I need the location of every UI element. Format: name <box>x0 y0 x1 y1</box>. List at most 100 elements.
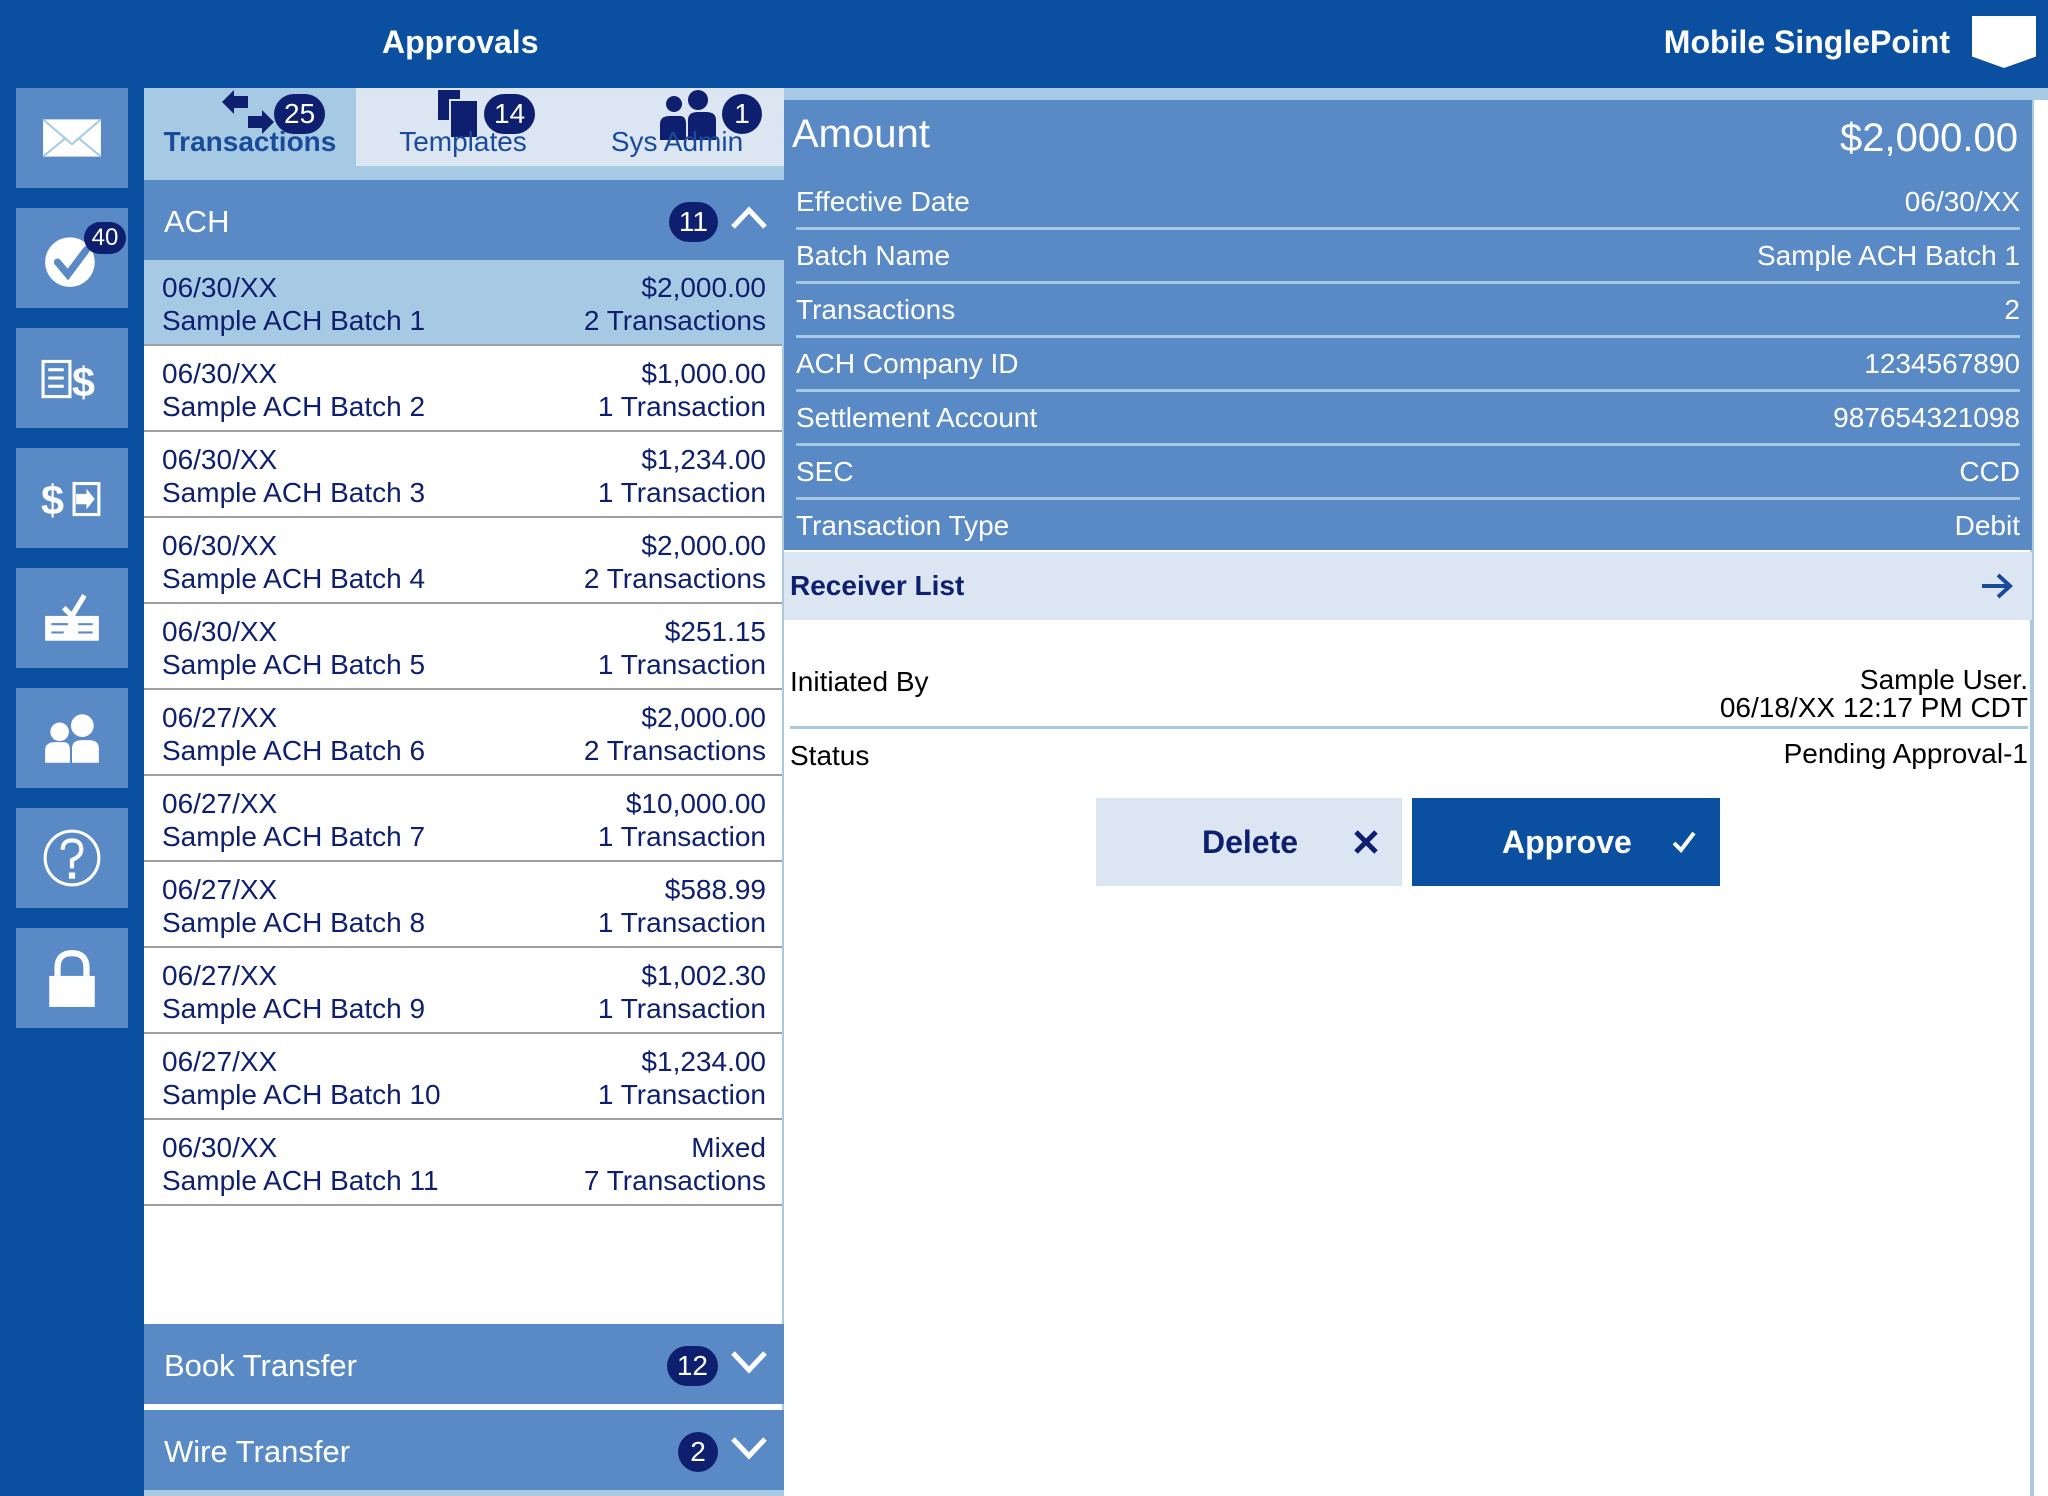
chevron-up-icon[interactable] <box>730 206 768 230</box>
nav-transfers[interactable]: $ <box>16 448 128 548</box>
app-header: Approvals Mobile SinglePoint <box>0 0 2048 88</box>
chevron-down-icon[interactable] <box>730 1436 768 1460</box>
tab-sys-admin-label: Sys Admin <box>610 126 744 157</box>
users-icon <box>45 714 99 763</box>
receiver-list-link[interactable]: Receiver List <box>784 552 2032 620</box>
nav-messages[interactable] <box>16 88 128 188</box>
section-book-transfer-header[interactable]: Book Transfer 12 <box>144 1324 784 1404</box>
tab-sys-admin[interactable]: 1 Sys Admin <box>570 88 784 166</box>
section-ach-header[interactable]: ACH 11 <box>144 180 784 260</box>
detail-field-row: Transactions 2 <box>796 284 2020 338</box>
batch-transaction-count: 1 Transaction <box>597 391 766 422</box>
detail-field-value: Debit <box>1954 510 2020 541</box>
nav-approvals[interactable]: 40 <box>16 208 128 308</box>
batch-row[interactable]: 06/30/XX Sample ACH Batch 2 $1,000.00 1 Tra… <box>144 346 782 432</box>
batch-transaction-count: 1 Transaction <box>597 993 766 1024</box>
approvals-list-panel: 25 Transactions 14 Templates 1 Sys Admin… <box>144 88 784 1496</box>
batch-date: 06/30/XX <box>162 272 278 303</box>
tab-transactions-label: Transactions <box>163 126 337 157</box>
batch-amount: $2,000.00 <box>641 702 766 733</box>
batch-row[interactable]: 06/30/XX Sample ACH Batch 1 $2,000.00 2 Tra… <box>144 260 782 346</box>
tab-transactions[interactable]: 25 Transactions <box>144 88 356 166</box>
svg-text:$: $ <box>41 478 64 524</box>
detail-field-label: Transaction Type <box>796 510 1010 541</box>
initiated-by-user: Sample User. <box>1859 664 2028 695</box>
nav-statements[interactable]: $ <box>16 328 128 428</box>
section-ach-label: ACH <box>164 204 230 239</box>
batch-transaction-count: 2 Transactions <box>583 735 766 766</box>
detail-field-row: Batch Name Sample ACH Batch 1 <box>796 230 2020 284</box>
batch-name: Sample ACH Batch 3 <box>162 477 426 508</box>
initiated-by-label: Initiated By <box>790 666 929 697</box>
batch-date: 06/30/XX <box>162 530 278 561</box>
batch-amount: $588.99 <box>664 874 766 905</box>
batch-transaction-count: 7 Transactions <box>583 1165 766 1196</box>
ach-batch-list: 06/30/XX Sample ACH Batch 1 $2,000.00 2 Tra… <box>144 260 782 1410</box>
batch-transaction-count: 2 Transactions <box>583 305 766 336</box>
batch-row[interactable]: 06/30/XX Sample ACH Batch 4 $2,000.00 2 Tra… <box>144 518 782 604</box>
nav-users[interactable] <box>16 688 128 788</box>
section-book-transfer-count-badge: 12 <box>666 1346 718 1386</box>
batch-date: 06/30/XX <box>162 444 278 475</box>
detail-field-value: 987654321098 <box>1833 402 2020 433</box>
batch-name: Sample ACH Batch 4 <box>162 563 426 594</box>
batch-amount: $1,234.00 <box>641 444 766 475</box>
detail-field-value: 1234567890 <box>1864 348 2020 379</box>
nav-help[interactable] <box>16 808 128 908</box>
nav-rail: 40 $ $ <box>0 88 144 1496</box>
detail-field-value: Sample ACH Batch 1 <box>1756 240 2020 271</box>
detail-field-label: Effective Date <box>796 186 970 217</box>
batch-amount: Mixed <box>691 1132 766 1163</box>
batch-amount: $1,000.00 <box>641 358 766 389</box>
delete-button-label: Delete <box>1202 823 1299 860</box>
batch-name: Sample ACH Batch 5 <box>162 649 426 680</box>
arrow-right-icon <box>1982 573 2013 599</box>
batch-date: 06/27/XX <box>162 960 278 991</box>
batch-row[interactable]: 06/30/XX Sample ACH Batch 11 Mixed 7 Transa… <box>144 1120 782 1206</box>
nav-lock[interactable] <box>16 928 128 1028</box>
amount-label: Amount <box>792 112 930 156</box>
batch-row[interactable]: 06/30/XX Sample ACH Batch 3 $1,234.00 1 Tra… <box>144 432 782 518</box>
batch-transaction-count: 1 Transaction <box>597 1079 766 1110</box>
detail-field-label: Batch Name <box>796 240 951 271</box>
approve-button[interactable]: Approve <box>1412 798 1720 886</box>
delete-button[interactable]: Delete <box>1096 798 1402 886</box>
batch-row[interactable]: 06/27/XX Sample ACH Batch 6 $2,000.00 2 Tra… <box>144 690 782 776</box>
batch-amount: $1,234.00 <box>641 1046 766 1077</box>
batch-transaction-count: 1 Transaction <box>597 907 766 938</box>
batch-date: 06/27/XX <box>162 874 278 905</box>
dollar-transfer-icon: $ <box>41 478 101 524</box>
batch-date: 06/27/XX <box>162 1046 278 1077</box>
close-icon <box>1354 830 1378 854</box>
detail-field-label: ACH Company ID <box>796 348 1019 379</box>
batch-row[interactable]: 06/27/XX Sample ACH Batch 10 $1,234.00 1 Tr… <box>144 1034 782 1120</box>
amount-value: $2,000.00 <box>1840 116 2018 160</box>
page-title: Approvals <box>382 24 539 60</box>
initiated-by-row: Initiated By Sample User. 06/18/XX 12:17… <box>790 656 2028 723</box>
batch-amount: $251.15 <box>664 616 766 647</box>
batch-name: Sample ACH Batch 6 <box>162 735 426 766</box>
batch-name: Sample ACH Batch 10 <box>162 1079 441 1110</box>
detail-field-label: SEC <box>796 456 854 487</box>
status-label: Status <box>790 740 870 771</box>
detail-top-strip <box>784 88 2048 100</box>
tab-templates[interactable]: 14 Templates <box>356 88 570 166</box>
envelope-icon <box>42 118 102 158</box>
detail-field-label: Settlement Account <box>796 402 1038 433</box>
batch-transaction-count: 2 Transactions <box>583 563 766 594</box>
batch-amount: $2,000.00 <box>641 530 766 561</box>
initiated-by-time: 06/18/XX 12:17 PM CDT <box>1719 692 2028 723</box>
batch-row[interactable]: 06/27/XX Sample ACH Batch 9 $1,002.30 1 Tra… <box>144 948 782 1034</box>
batch-row[interactable]: 06/30/XX Sample ACH Batch 5 $251.15 1 Trans… <box>144 604 782 690</box>
document-dollar-icon: $ <box>41 360 95 406</box>
batch-row[interactable]: 06/27/XX Sample ACH Batch 8 $588.99 1 Trans… <box>144 862 782 948</box>
chevron-down-icon[interactable] <box>730 1350 768 1374</box>
checkmark-icon <box>1672 831 1696 854</box>
section-wire-transfer-header[interactable]: Wire Transfer 2 <box>144 1410 784 1490</box>
svg-text:$: $ <box>72 360 95 406</box>
nav-positive-pay[interactable] <box>16 568 128 668</box>
approvals-count-badge: 40 <box>84 222 126 254</box>
status-row: Status Pending Approval-1 <box>790 738 2028 778</box>
batch-amount: $1,002.30 <box>641 960 766 991</box>
batch-row[interactable]: 06/27/XX Sample ACH Batch 7 $10,000.00 1 Tr… <box>144 776 782 862</box>
